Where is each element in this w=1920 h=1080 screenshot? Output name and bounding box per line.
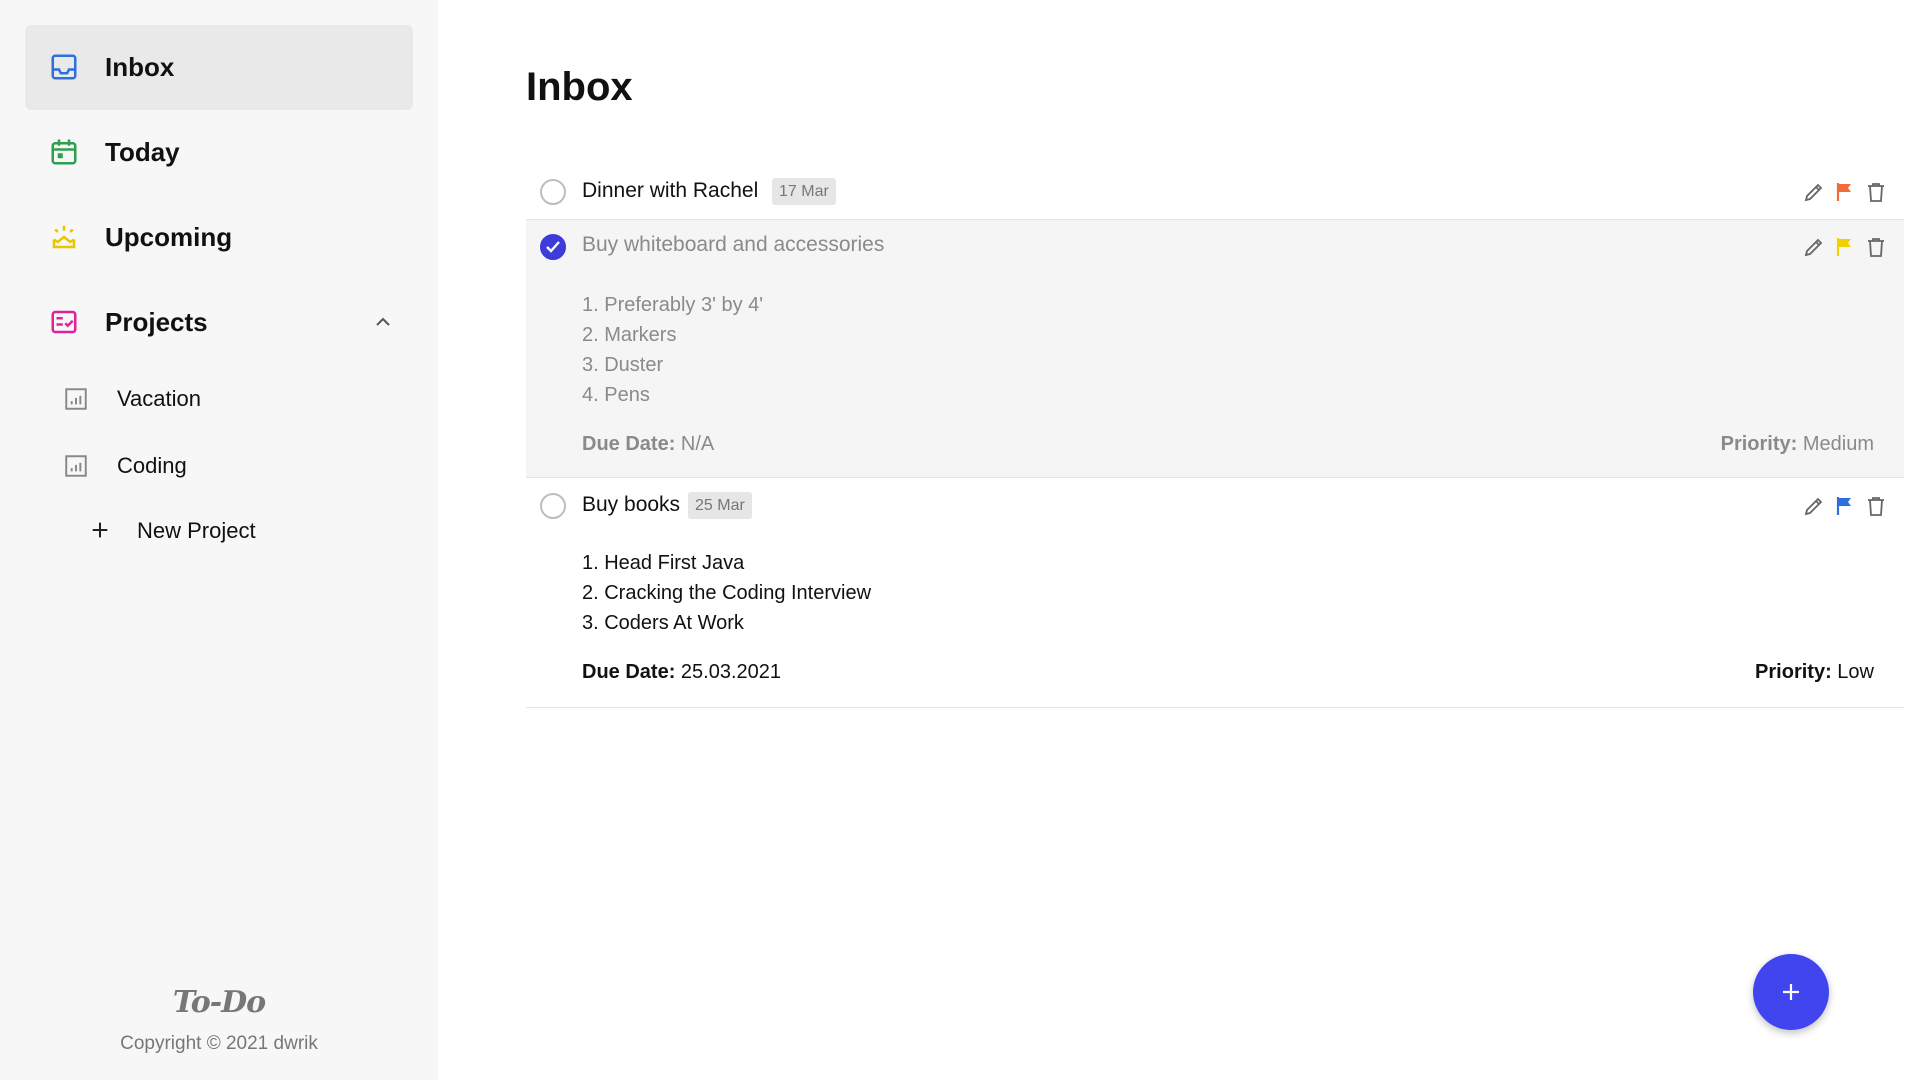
sidebar-item-project-vacation[interactable]: Vacation: [55, 373, 413, 425]
project-label: Vacation: [117, 386, 201, 411]
sidebar-item-label: Today: [105, 137, 180, 167]
edit-icon[interactable]: [1802, 494, 1826, 518]
due-date-label: Due Date:: [582, 661, 676, 683]
task-notes: 1. Head First Java 2. Cracking the Codin…: [582, 548, 871, 638]
note-line: 3. Coders At Work: [582, 612, 744, 634]
sidebar-item-upcoming[interactable]: Upcoming: [25, 195, 413, 280]
task-notes: 1. Preferably 3' by 4' 2. Markers 3. Dus…: [582, 290, 763, 410]
note-line: 4. Pens: [582, 384, 650, 406]
sidebar-item-today[interactable]: Today: [25, 110, 413, 195]
copyright-text: Copyright © 2021 dwrik: [120, 1033, 318, 1054]
note-line: 2. Markers: [582, 324, 677, 346]
due-date-value: N/A: [680, 433, 715, 455]
chevron-up-icon[interactable]: [371, 310, 395, 334]
new-project-label: New Project: [137, 518, 256, 543]
due-date-value: 25.03.2021: [680, 661, 782, 683]
priority-label: Priority:: [1720, 433, 1798, 455]
sidebar-item-label: Projects: [105, 307, 208, 337]
sidebar-item-label: Upcoming: [105, 222, 233, 252]
note-line: 1. Preferably 3' by 4': [582, 294, 764, 316]
task-item[interactable]: Dinner with Rachel 17 Mar: [526, 164, 1904, 220]
task-checkbox[interactable]: [540, 179, 566, 205]
new-project-button[interactable]: New Project: [85, 505, 385, 557]
task-actions: [1802, 235, 1888, 259]
priority: Priority: Medium: [1721, 433, 1874, 456]
add-task-button[interactable]: [1753, 954, 1829, 1030]
task-title: Buy books: [582, 493, 681, 516]
priority-value: Medium: [1802, 433, 1874, 455]
app-logo: To-Do: [172, 985, 266, 1020]
flag-icon[interactable]: [1833, 180, 1857, 204]
sidebar-item-projects[interactable]: Projects: [25, 280, 413, 365]
flag-icon[interactable]: [1833, 235, 1857, 259]
due-date: Due Date: N/A: [582, 433, 714, 456]
plus-icon: [1783, 984, 1799, 1000]
calendar-icon: [51, 139, 77, 165]
checklist-icon: [51, 310, 77, 334]
flag-icon[interactable]: [1833, 494, 1857, 518]
priority-label: Priority:: [1755, 661, 1832, 683]
inbox-icon: [51, 54, 77, 80]
task-item[interactable]: Buy whiteboard and accessories 1. Prefer…: [526, 220, 1904, 478]
sidebar-item-project-coding[interactable]: Coding: [55, 440, 413, 492]
page-title: Inbox: [526, 65, 633, 109]
task-title: Dinner with Rachel: [582, 179, 759, 202]
trash-icon[interactable]: [1864, 180, 1888, 204]
chart-icon: [65, 388, 87, 410]
task-item[interactable]: Buy books 25 Mar 1. Head First Java 2. C…: [526, 478, 1904, 708]
plus-icon: [92, 522, 108, 538]
edit-icon[interactable]: [1802, 180, 1826, 204]
due-date: Due Date: 25.03.2021: [582, 661, 781, 684]
sunrise-icon: [52, 225, 76, 249]
task-actions: [1802, 180, 1888, 204]
edit-icon[interactable]: [1802, 235, 1826, 259]
check-icon: [546, 241, 560, 253]
note-line: 3. Duster: [582, 354, 664, 376]
sidebar-item-inbox[interactable]: Inbox: [25, 25, 413, 110]
task-title: Buy whiteboard and accessories: [582, 233, 885, 256]
priority-value: Low: [1837, 661, 1874, 683]
task-actions: [1802, 494, 1888, 518]
due-date-label: Due Date:: [582, 433, 676, 455]
project-label: Coding: [117, 453, 187, 478]
trash-icon[interactable]: [1864, 494, 1888, 518]
note-line: 2. Cracking the Coding Interview: [582, 582, 872, 604]
sidebar-item-label: Inbox: [105, 52, 175, 82]
date-badge: 17 Mar: [772, 178, 836, 205]
sidebar: Inbox Today Upcoming Projects Vacation C…: [0, 0, 438, 1080]
priority: Priority: Low: [1755, 661, 1874, 684]
date-badge: 25 Mar: [688, 492, 752, 519]
chart-icon: [65, 455, 87, 477]
task-checkbox[interactable]: [540, 493, 566, 519]
note-line: 1. Head First Java: [582, 552, 745, 574]
trash-icon[interactable]: [1864, 235, 1888, 259]
task-checkbox[interactable]: [540, 234, 566, 260]
